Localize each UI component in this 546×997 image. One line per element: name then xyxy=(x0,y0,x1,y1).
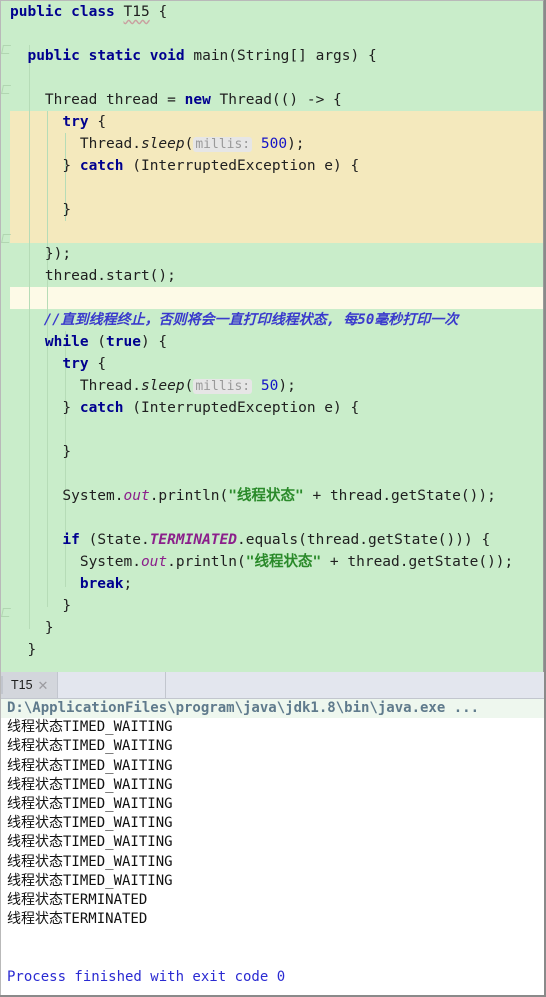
console-line-prefix: 线程状态 xyxy=(7,815,63,832)
code-line[interactable] xyxy=(1,463,543,485)
code-line[interactable]: } xyxy=(1,639,543,661)
console-line-state: TIMED_WAITING xyxy=(63,738,173,755)
console-line-state: TIMED_WAITING xyxy=(63,834,173,851)
code-comment: //直到线程终止，否则将会一直打印线程状态, 每50毫秒打印一次 xyxy=(43,312,459,328)
code-line[interactable]: //直到线程终止，否则将会一直打印线程状态, 每50毫秒打印一次 xyxy=(1,309,543,331)
code-line[interactable]: }); xyxy=(1,243,543,265)
fold-arrow-icon[interactable] xyxy=(1,45,11,54)
console-line-prefix: 线程状态 xyxy=(7,891,63,908)
console-line-state: TIMED_WAITING xyxy=(63,776,173,793)
code-line[interactable]: public static void main(String[] args) { xyxy=(1,45,543,67)
console-line-prefix: 线程状态 xyxy=(7,738,63,755)
code-line[interactable]: try { xyxy=(1,111,543,133)
code-line[interactable]: System.out.println("线程状态" + thread.getSt… xyxy=(1,551,543,573)
code-line[interactable]: while (true) { xyxy=(1,331,543,353)
code-line[interactable]: break; xyxy=(1,573,543,595)
console-exit-message: Process finished with exit code 0 xyxy=(7,968,286,985)
console-line-state: TERMINATED xyxy=(63,891,148,908)
ide-window: public class T15 { public static void ma… xyxy=(0,0,546,997)
tab-left-edge xyxy=(1,676,3,694)
code-line[interactable]: } xyxy=(1,199,543,221)
console-line-prefix: 线程状态 xyxy=(7,795,63,812)
fold-arrow-icon[interactable] xyxy=(1,85,11,94)
code-line[interactable] xyxy=(1,661,543,672)
console-output[interactable]: D:\ApplicationFiles\program\java\jdk1.8\… xyxy=(1,699,544,987)
code-line[interactable] xyxy=(1,221,543,243)
console-line-state: TIMED_WAITING xyxy=(63,719,173,736)
console-line-prefix: 线程状态 xyxy=(7,776,63,793)
close-icon[interactable]: ✕ xyxy=(38,679,49,692)
code-line[interactable]: } xyxy=(1,617,543,639)
code-line[interactable] xyxy=(1,23,543,45)
console-command-line: D:\ApplicationFiles\program\java\jdk1.8\… xyxy=(1,699,544,719)
param-hint-millis: millis: xyxy=(193,379,253,394)
console-line: 线程状态TIMED_WAITING xyxy=(1,833,544,852)
code-line[interactable] xyxy=(1,287,543,309)
console-line-state: TIMED_WAITING xyxy=(63,872,173,889)
console-line: 线程状态TIMED_WAITING xyxy=(1,757,544,776)
console-line-prefix: 线程状态 xyxy=(7,872,63,889)
fold-arrow-icon[interactable] xyxy=(1,608,11,617)
code-line[interactable] xyxy=(1,507,543,529)
console-line: 线程状态TERMINATED xyxy=(1,910,544,929)
code-line[interactable]: Thread thread = new Thread(() -> { xyxy=(1,89,543,111)
console-tab-t15[interactable]: T15 ✕ xyxy=(1,672,59,698)
console-toolbar-right xyxy=(166,672,544,698)
editor-gutter[interactable] xyxy=(1,1,11,672)
code-editor[interactable]: public class T15 { public static void ma… xyxy=(0,0,544,672)
console-line-prefix: 线程状态 xyxy=(7,757,63,774)
console-line: 线程状态TIMED_WAITING xyxy=(1,776,544,795)
code-line[interactable] xyxy=(1,419,543,441)
console-line-state: TIMED_WAITING xyxy=(63,795,173,812)
code-line[interactable]: } catch (InterruptedException e) { xyxy=(1,397,543,419)
code-line[interactable]: System.out.println("线程状态" + thread.getSt… xyxy=(1,485,543,507)
code-line[interactable]: } xyxy=(1,595,543,617)
code-line[interactable]: public class T15 { xyxy=(1,1,543,23)
run-console-panel[interactable]: T15 ✕ D:\ApplicationFiles\program\java\j… xyxy=(0,672,544,995)
console-line-state: TIMED_WAITING xyxy=(63,853,173,870)
console-tab-bar[interactable]: T15 ✕ xyxy=(1,672,544,699)
console-line-state: TIMED_WAITING xyxy=(63,815,173,832)
console-line-state: TERMINATED xyxy=(63,911,148,928)
fold-arrow-icon[interactable] xyxy=(1,234,11,243)
param-hint-millis: millis: xyxy=(193,137,253,152)
code-line[interactable]: thread.start(); xyxy=(1,265,543,287)
console-line-state: TIMED_WAITING xyxy=(63,757,173,774)
code-line[interactable]: Thread.sleep(millis: 500); xyxy=(1,133,543,155)
console-line-prefix: 线程状态 xyxy=(7,911,63,928)
code-lines[interactable]: public class T15 { public static void ma… xyxy=(1,1,543,672)
code-line[interactable] xyxy=(1,177,543,199)
code-line[interactable]: } catch (InterruptedException e) { xyxy=(1,155,543,177)
console-line-prefix: 线程状态 xyxy=(7,853,63,870)
code-line[interactable]: try { xyxy=(1,353,543,375)
console-toolbar-left xyxy=(58,672,167,698)
code-line[interactable] xyxy=(1,67,543,89)
console-line: 线程状态TERMINATED xyxy=(1,891,544,910)
code-line[interactable]: } xyxy=(1,441,543,463)
console-line: 线程状态TIMED_WAITING xyxy=(1,814,544,833)
console-line: 线程状态TIMED_WAITING xyxy=(1,872,544,891)
console-line: 线程状态TIMED_WAITING xyxy=(1,718,544,737)
console-line: 线程状态TIMED_WAITING xyxy=(1,795,544,814)
console-line-prefix: 线程状态 xyxy=(7,719,63,736)
console-line: 线程状态TIMED_WAITING xyxy=(1,737,544,756)
code-line[interactable]: Thread.sleep(millis: 50); xyxy=(1,375,543,397)
code-line[interactable]: if (State.TERMINATED.equals(thread.getSt… xyxy=(1,529,543,551)
console-tab-label: T15 xyxy=(11,678,33,692)
console-line: 线程状态TIMED_WAITING xyxy=(1,853,544,872)
console-line-prefix: 线程状态 xyxy=(7,834,63,851)
